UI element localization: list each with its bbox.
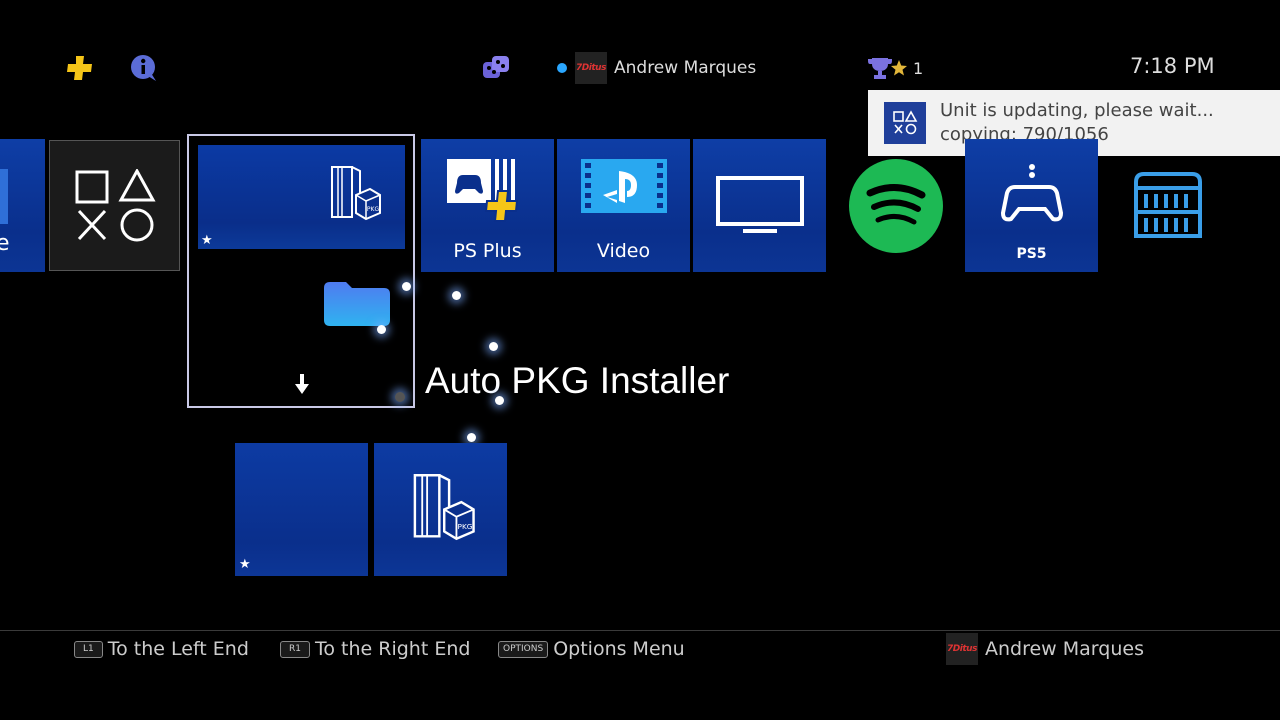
tile-ps5-remote-play[interactable]: PS5 <box>965 139 1098 272</box>
hint-label: To the Left End <box>107 638 249 660</box>
video-icon <box>581 159 667 213</box>
spotify-icon <box>866 184 926 225</box>
favorite-star-icon: ★ <box>239 557 251 572</box>
pkg-badge: PKG <box>458 522 473 531</box>
ps-plus-status-icon[interactable] <box>64 52 96 84</box>
hint-right-end: R1 To the Right End <box>280 638 470 660</box>
favorite-star-icon: ★ <box>201 233 213 248</box>
star-icon <box>891 60 907 76</box>
tile-label: PS5 <box>1016 246 1047 262</box>
folder-icon <box>324 282 390 326</box>
folder-preview-tile[interactable]: PKG ★ <box>198 145 405 249</box>
hint-options-menu: OPTIONS Options Menu <box>498 638 685 660</box>
library-icon <box>1134 172 1202 238</box>
ps4-pkg-icon: PKG <box>331 166 381 221</box>
particle <box>467 433 476 442</box>
options-button-icon: OPTIONS <box>498 640 549 658</box>
tile-ps-store[interactable] <box>49 140 180 271</box>
ps-symbols-icon <box>884 102 926 144</box>
partial-tile-graphic <box>0 169 8 224</box>
pkg-badge: PKG <box>367 206 380 213</box>
particle <box>402 282 411 291</box>
avatar: 7Ditus <box>946 633 978 665</box>
download-arrow-icon <box>295 374 309 394</box>
ps4-pkg-icon: PKG <box>413 474 475 541</box>
tile-label: PS Plus <box>453 240 522 262</box>
hint-label: Options Menu <box>553 638 685 660</box>
trophy-status[interactable]: 1 <box>866 54 923 82</box>
profile-footer[interactable]: 7Ditus Andrew Marques <box>946 633 1144 665</box>
user-name: Andrew Marques <box>985 638 1144 660</box>
ps-symbols-icon <box>75 168 156 241</box>
friends-icon[interactable] <box>480 52 512 84</box>
folder-item-pkg-installer[interactable]: PKG <box>374 443 507 576</box>
info-icon[interactable] <box>128 52 160 84</box>
tv-icon <box>716 176 804 233</box>
tile-label: Video <box>596 240 651 262</box>
hint-left-end: L1 To the Left End <box>74 638 249 660</box>
trophy-count: 1 <box>913 58 924 78</box>
clock: 7:18 PM <box>1130 54 1215 78</box>
particle <box>452 291 461 300</box>
tile-library[interactable] <box>1132 172 1204 238</box>
tile-tv[interactable] <box>693 139 826 272</box>
ps-plus-icon <box>447 159 519 222</box>
tile-ps-plus[interactable]: PS Plus <box>421 139 554 272</box>
selected-app-title: Auto PKG Installer <box>425 360 730 401</box>
particle <box>377 325 386 334</box>
folder-item-tile[interactable]: ★ <box>235 443 368 576</box>
hint-label: To the Right End <box>314 638 471 660</box>
ps5-controller-icon <box>1001 164 1063 222</box>
r1-button-icon: R1 <box>280 640 310 658</box>
partial-tile-label: e <box>0 231 10 256</box>
particle <box>489 342 498 351</box>
particle <box>495 396 504 405</box>
user-name: Andrew Marques <box>614 58 757 78</box>
plus-icon <box>67 56 92 80</box>
tile-partial-app[interactable]: e <box>0 139 45 272</box>
tile-spotify[interactable] <box>849 159 943 253</box>
particle <box>395 392 405 402</box>
avatar: 7Ditus <box>575 52 607 84</box>
tile-video[interactable]: Video <box>557 139 690 272</box>
l1-button-icon: L1 <box>74 640 103 658</box>
bottom-divider <box>0 630 1280 631</box>
online-status-dot <box>557 63 567 73</box>
profile-header[interactable]: 7Ditus Andrew Marques <box>557 52 756 84</box>
notification-title: Unit is updating, please wait... <box>940 100 1214 121</box>
